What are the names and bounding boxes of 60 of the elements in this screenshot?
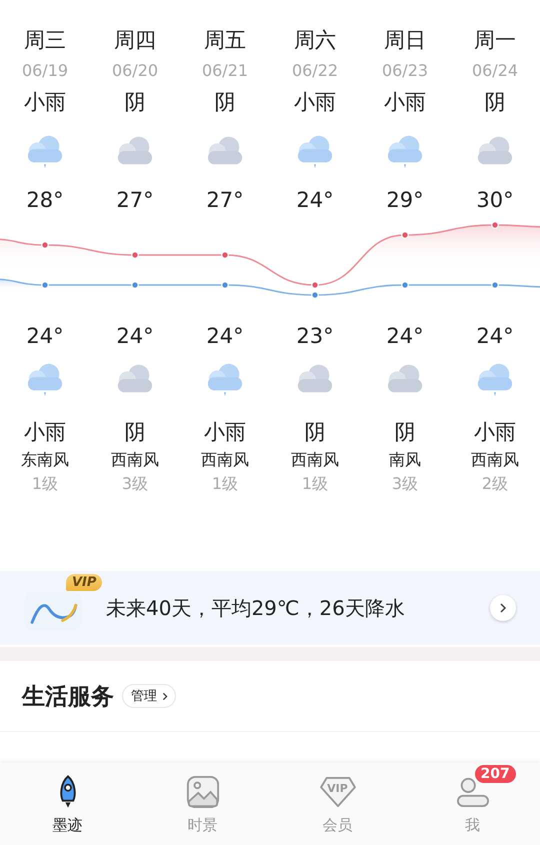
weekday-label: 周一 [474, 27, 516, 54]
date-label: 06/21 [202, 60, 248, 82]
wind-level-label: 1级 [32, 473, 58, 495]
condition-label: 阴 [214, 89, 236, 116]
chevron-right-icon [161, 692, 169, 700]
condition-label: 阴 [124, 419, 146, 446]
high-temperature: 27° [116, 187, 154, 214]
wind-level-label: 3级 [122, 473, 148, 495]
high-temperature: 27° [206, 187, 244, 214]
low-temperature: 24° [476, 323, 514, 350]
tab-bar-item[interactable]: 墨迹 [0, 763, 135, 845]
date-label: 06/22 [292, 60, 338, 82]
wind-direction-label: 西南风 [291, 449, 339, 471]
wind-level-label: 1级 [302, 473, 328, 495]
low-temperature: 24° [26, 323, 64, 350]
condition-label: 小雨 [294, 89, 336, 116]
wind-direction-label: 西南风 [471, 449, 519, 471]
condition-label: 小雨 [24, 89, 66, 116]
weekday-label: 周日 [384, 27, 426, 54]
weekday-label: 周四 [114, 27, 156, 54]
high-temperature: 30° [476, 187, 514, 214]
wind-level-label: 1级 [212, 473, 238, 495]
section-title: 生活服务 [22, 682, 114, 712]
notification-badge: 207 [474, 764, 517, 784]
condition-label: 小雨 [384, 89, 426, 116]
high-temperature: 28° [26, 187, 64, 214]
date-label: 06/23 [382, 60, 428, 82]
tab-bar-item[interactable]: 207 我 [405, 763, 540, 845]
condition-label: 阴 [304, 419, 326, 446]
low-temperature: 24° [206, 323, 244, 350]
wind-level-label: 3级 [392, 473, 418, 495]
wind-level-label: 2级 [482, 473, 508, 495]
forecast-summary: 未来40天，平均29℃，26天降水 [106, 594, 406, 622]
condition-label: 小雨 [204, 419, 246, 446]
wind-direction-label: 西南风 [201, 449, 249, 471]
date-label: 06/24 [472, 60, 518, 82]
chevron-right-icon [490, 595, 516, 621]
condition-label: 阴 [484, 89, 506, 116]
image-icon [186, 775, 220, 809]
vip-badge: VIP [66, 574, 102, 591]
manage-button[interactable]: 管理 [122, 684, 176, 708]
diamond-icon: VIP [318, 776, 356, 808]
weekday-label: 周三 [24, 27, 66, 54]
date-label: 06/20 [112, 60, 158, 82]
forecast-banner[interactable]: VIP 未来40天，平均29℃，26天降水 [0, 571, 540, 645]
low-temperature: 24° [116, 323, 154, 350]
wind-direction-label: 南风 [389, 449, 421, 471]
condition-label: 阴 [124, 89, 146, 116]
condition-label: 小雨 [24, 419, 66, 446]
low-temperature: 23° [296, 323, 334, 350]
condition-label: 小雨 [474, 419, 516, 446]
low-temperature: 24° [386, 323, 424, 350]
high-temperature: 29° [386, 187, 424, 214]
wind-direction-label: 东南风 [21, 449, 69, 471]
wind-direction-label: 西南风 [111, 449, 159, 471]
weekday-label: 周五 [204, 27, 246, 54]
date-label: 06/19 [22, 60, 68, 82]
weekday-label: 周六 [294, 27, 336, 54]
condition-label: 阴 [394, 419, 416, 446]
high-temperature: 24° [296, 187, 334, 214]
